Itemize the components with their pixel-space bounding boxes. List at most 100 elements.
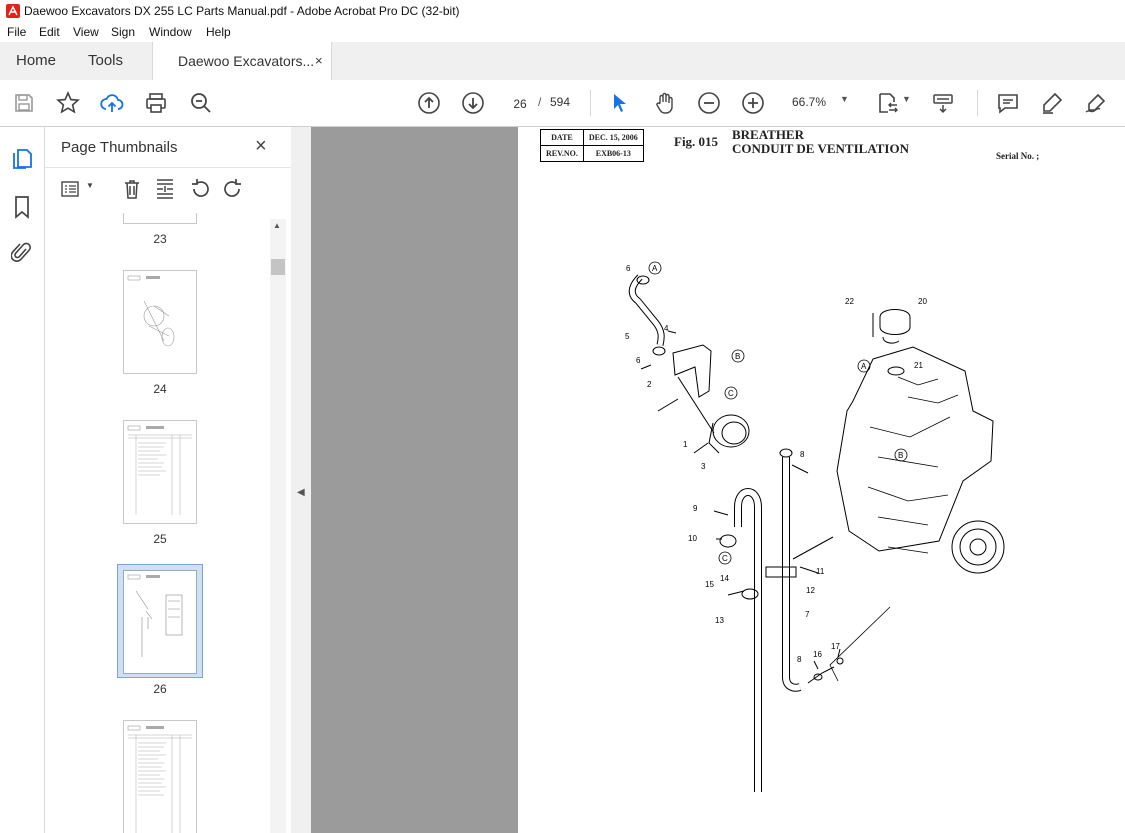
rotate-clockwise-icon[interactable] <box>222 178 244 200</box>
menu-edit[interactable]: Edit <box>39 25 60 39</box>
zoom-out-icon[interactable] <box>697 91 721 115</box>
collapse-arrow-icon[interactable]: ◀ <box>297 487 305 498</box>
callout-label: 5 <box>625 332 630 341</box>
zoom-dropdown-icon[interactable]: ▼ <box>840 94 849 104</box>
page-separator: / <box>538 95 542 109</box>
callout-label: 9 <box>693 504 698 513</box>
window-title: Daewoo Excavators DX 255 LC Parts Manual… <box>24 4 460 18</box>
callout-label: 15 <box>705 580 714 589</box>
callout-label: 14 <box>720 574 729 583</box>
thumbnails-panel: Page Thumbnails × ▼ 23 24 25 26 ▲ <box>45 127 292 833</box>
panel-collapse-strip[interactable]: ◀ <box>291 127 311 833</box>
document-viewer[interactable]: DATE DEC. 15, 2006 REV.NO. EXB06-13 Fig. 0… <box>311 127 1125 833</box>
callout-label: A <box>652 264 658 273</box>
callout-label: 7 <box>805 610 810 619</box>
tab-bar: Home Tools Daewoo Excavators... × <box>0 42 1125 81</box>
callout-label: 3 <box>701 462 706 471</box>
page-number-input[interactable]: 26 <box>504 92 536 116</box>
zoom-in-icon[interactable] <box>741 91 765 115</box>
previous-page-icon[interactable] <box>417 91 441 115</box>
callout-label: C <box>728 389 734 398</box>
callout-label: 17 <box>831 642 840 651</box>
tab-document-label: Daewoo Excavators... <box>178 53 315 69</box>
print-icon[interactable] <box>144 91 168 115</box>
rotate-counterclockwise-icon[interactable] <box>189 178 211 200</box>
callout-label: A <box>861 362 867 371</box>
cloud-upload-icon[interactable] <box>100 91 124 115</box>
callout-label: 8 <box>800 450 805 459</box>
thumbnail-page-27[interactable] <box>123 720 197 833</box>
thumbnail-label: 26 <box>153 682 167 696</box>
save-icon[interactable] <box>12 91 36 115</box>
attachments-paperclip-icon[interactable] <box>11 241 33 265</box>
page-total: 594 <box>550 95 571 109</box>
callout-label: 8 <box>797 655 802 664</box>
sign-draw-icon[interactable] <box>1084 91 1108 115</box>
thumbnail-preview <box>127 725 192 833</box>
panel-close-icon[interactable]: × <box>255 135 267 158</box>
highlight-pen-icon[interactable] <box>1040 91 1064 115</box>
page-fit-dropdown-icon[interactable]: ▼ <box>902 94 911 104</box>
menu-window[interactable]: Window <box>149 25 192 39</box>
callout-label: 2 <box>647 380 652 389</box>
part-callouts: 6 A 5 4 6 B 2 C 1 3 8 9 10 C 15 14 13 12… <box>625 261 927 664</box>
callout-label: B <box>898 451 903 460</box>
tab-close-icon[interactable]: × <box>315 42 323 80</box>
thumbnail-page-26-selected[interactable] <box>117 564 203 678</box>
thumbnail-page-24[interactable] <box>123 270 197 374</box>
scroll-up-icon[interactable]: ▲ <box>273 221 281 230</box>
callout-label: 21 <box>914 361 923 370</box>
toolbar-divider <box>977 90 978 116</box>
delete-trash-icon[interactable] <box>122 178 142 200</box>
thumbnail-options-icon[interactable] <box>61 180 83 198</box>
callout-label: 6 <box>636 356 641 365</box>
callout-label: C <box>722 554 728 563</box>
comment-icon[interactable] <box>996 91 1020 115</box>
thumbnail-label: 23 <box>153 232 167 246</box>
tab-home[interactable]: Home <box>16 42 56 80</box>
extract-pages-icon[interactable] <box>154 178 176 200</box>
thumbnail-page-23[interactable] <box>123 213 197 224</box>
menu-view[interactable]: View <box>73 25 99 39</box>
thumbnail-list: 23 24 25 26 <box>45 213 271 833</box>
parts-diagram: 6 A 5 4 6 B 2 C 1 3 8 9 10 C 15 14 13 12… <box>625 261 1005 792</box>
tab-tools[interactable]: Tools <box>88 42 123 80</box>
callout-label: 6 <box>626 264 631 273</box>
thumbnail-page-25[interactable] <box>123 420 197 524</box>
callout-label: 22 <box>845 297 854 306</box>
next-page-icon[interactable] <box>461 91 485 115</box>
thumbnail-label: 24 <box>153 382 167 396</box>
pdf-page: DATE DEC. 15, 2006 REV.NO. EXB06-13 Fig. 0… <box>518 127 1125 833</box>
panel-title: Page Thumbnails <box>61 139 178 156</box>
toolbar-divider <box>590 90 591 116</box>
callout-label: 20 <box>918 297 927 306</box>
toolbar: 26 / 594 66.7% ▼ ▼ <box>0 80 1125 127</box>
thumbnail-preview <box>127 425 192 515</box>
callout-label: 11 <box>816 567 825 576</box>
callout-label: 12 <box>806 586 815 595</box>
tab-document[interactable]: Daewoo Excavators... × <box>152 42 332 81</box>
callout-label: 13 <box>715 616 724 625</box>
thumbnail-scrollbar[interactable]: ▲ <box>270 219 286 833</box>
bookmarks-icon[interactable] <box>13 195 31 219</box>
menu-bar: File Edit View Sign Window Help <box>0 22 1125 42</box>
bookmark-star-icon[interactable] <box>56 91 80 115</box>
thumbnail-preview <box>127 275 175 347</box>
hand-tool-icon[interactable] <box>653 91 677 115</box>
options-dropdown-icon[interactable]: ▼ <box>86 181 94 190</box>
menu-file[interactable]: File <box>7 25 26 39</box>
zoom-search-icon[interactable] <box>189 91 213 115</box>
panel-toolbar: ▼ <box>45 167 291 208</box>
page-fit-icon[interactable] <box>876 91 900 115</box>
scrollbar-thumb[interactable] <box>271 259 285 275</box>
acrobat-logo-icon <box>6 4 20 18</box>
callout-label: 16 <box>813 650 822 659</box>
menu-sign[interactable]: Sign <box>111 25 135 39</box>
menu-help[interactable]: Help <box>206 25 231 39</box>
zoom-level[interactable]: 66.7% <box>792 95 826 109</box>
keyboard-scroll-icon[interactable] <box>931 91 955 115</box>
select-cursor-icon[interactable] <box>608 91 632 115</box>
callout-label: B <box>735 352 740 361</box>
thumbnail-preview <box>127 574 183 657</box>
page-thumbnails-icon[interactable] <box>11 147 33 171</box>
